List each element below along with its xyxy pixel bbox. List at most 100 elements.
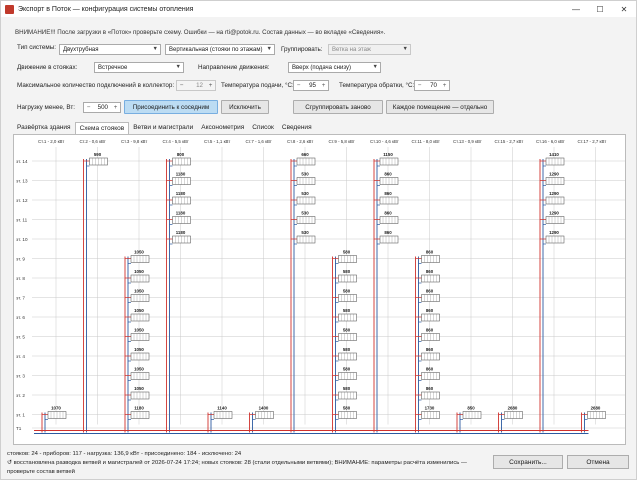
- plus-icon[interactable]: +: [319, 82, 328, 89]
- minus-icon[interactable]: −: [177, 82, 186, 89]
- radiator-power: 580: [343, 308, 351, 313]
- radiator-power: 2680: [508, 406, 518, 411]
- radiator-power: 860: [384, 172, 392, 177]
- exclude-button[interactable]: Исключить: [221, 100, 269, 114]
- radiator-power: 530: [301, 191, 309, 196]
- radiator-power: 800: [177, 152, 185, 157]
- radiator-power: 580: [343, 367, 351, 372]
- risers-movement-select[interactable]: Встречное ▼: [94, 62, 184, 73]
- close-icon[interactable]: ✕: [612, 1, 636, 17]
- supply-temp-label: Температура подачи, °C:: [221, 82, 294, 89]
- radiator-power: 860: [384, 211, 392, 216]
- tab-axonometry[interactable]: Аксонометрия: [197, 122, 248, 134]
- riser-scheme-drawing: эт. 14 эт. 13 эт. 12 эт. 11 эт. 10 эт. 9 эт. 8…: [16, 139, 625, 434]
- riser-header: Ст.11 - 8,0 кВт: [412, 139, 440, 144]
- riser-header: Ст.15 - 2,7 кВт: [495, 139, 524, 144]
- each-room-button[interactable]: Каждое помещение — отдельно: [386, 100, 494, 114]
- minus-icon[interactable]: −: [294, 82, 303, 89]
- maximize-icon[interactable]: ☐: [588, 1, 612, 17]
- radiator-power: 1180: [176, 172, 186, 177]
- radiator-power: 1140: [217, 406, 227, 411]
- radiator-power: 1290: [549, 172, 559, 177]
- chevron-down-icon: ▼: [175, 64, 181, 70]
- return-temp-value: 70: [430, 82, 437, 89]
- status-restore-note: ↺ восстановлена разводка ветвей и магист…: [7, 460, 467, 466]
- radiator-power: 1290: [549, 230, 559, 235]
- warning-text: ВНИМАНИЕ!!! После загрузки в «Поток» про…: [15, 29, 386, 36]
- supply-temp-spinner[interactable]: −95 +: [293, 80, 329, 91]
- floor-label: эт. 12: [16, 198, 28, 203]
- radiator-power: 580: [343, 289, 351, 294]
- radiator-power: 1290: [549, 211, 559, 216]
- minus-icon[interactable]: −: [84, 104, 93, 111]
- save-button[interactable]: Сохранить...: [493, 455, 563, 469]
- riser-scheme-canvas[interactable]: эт. 14 эт. 13 эт. 12 эт. 11 эт. 10 эт. 9 эт. 8…: [13, 134, 626, 445]
- max-connections-spinner[interactable]: − 12 +: [176, 80, 216, 91]
- floor-label: эт. 6: [16, 315, 25, 320]
- floor-label: Т1: [16, 426, 22, 431]
- riser-header: Ст.3 - 9,8 кВт: [121, 139, 147, 144]
- radiator-power: 860: [384, 191, 392, 196]
- tab-list[interactable]: Список: [248, 122, 278, 134]
- minimize-icon[interactable]: —: [564, 1, 588, 17]
- floor-label: эт. 5: [16, 335, 25, 340]
- tab-strip: Развёртка здания Схема стояков Ветви и м…: [13, 122, 316, 134]
- system-type-select[interactable]: Двухтрубная ▼: [59, 44, 161, 55]
- floor-label: эт. 4: [16, 354, 25, 359]
- attach-button[interactable]: Присоединить к соседним: [124, 100, 218, 114]
- risers-movement-value: Встречное: [98, 64, 128, 71]
- tab-info[interactable]: Сведения: [278, 122, 316, 134]
- return-temp-spinner[interactable]: −70 +: [414, 80, 450, 91]
- floor-label: эт. 9: [16, 257, 25, 262]
- floor-label: эт. 13: [16, 179, 28, 184]
- radiator-power: 1400: [259, 406, 269, 411]
- group-label: Группировать:: [281, 46, 323, 53]
- chevron-down-icon: ▼: [152, 46, 158, 52]
- radiator-power: 1180: [176, 211, 186, 216]
- radiator-power: 580: [343, 269, 351, 274]
- minus-icon[interactable]: −: [415, 82, 424, 89]
- tab-riser-scheme[interactable]: Схема стояков: [74, 122, 130, 134]
- plus-icon[interactable]: +: [440, 82, 449, 89]
- radiator-power: 1050: [134, 250, 144, 255]
- floor-label: эт. 7: [16, 296, 25, 301]
- system-type-label: Тип системы:: [17, 44, 56, 51]
- chevron-down-icon: ▼: [372, 64, 378, 70]
- radiator-power: 1290: [549, 191, 559, 196]
- direction-label: Направление движения:: [198, 64, 270, 71]
- system-type-value: Двухтрубная: [63, 46, 99, 53]
- regroup-button[interactable]: Сгруппировать заново: [293, 100, 383, 114]
- radiator-power: 2680: [591, 406, 601, 411]
- radiator-power: 860: [426, 347, 434, 352]
- chevron-down-icon: ▼: [266, 46, 272, 52]
- radiator-power: 580: [343, 328, 351, 333]
- radiator-power: 1050: [134, 386, 144, 391]
- radiator-power: 1050: [134, 347, 144, 352]
- tab-building-unfold[interactable]: Развёртка здания: [13, 122, 75, 134]
- cancel-button[interactable]: Отмена: [567, 455, 629, 469]
- radiator-power: 530: [301, 230, 309, 235]
- system-type-row: Тип системы:: [17, 44, 56, 51]
- plus-icon[interactable]: +: [111, 104, 120, 111]
- radiator-power: 1180: [176, 230, 186, 235]
- radiator-power: 1050: [134, 308, 144, 313]
- window-controls: — ☐ ✕: [564, 1, 636, 17]
- radiator-power: 860: [384, 230, 392, 235]
- radiator-power: 860: [426, 269, 434, 274]
- load-below-spinner[interactable]: −500 +: [83, 102, 121, 113]
- direction-select[interactable]: Вверх (подача снизу) ▼: [288, 62, 381, 73]
- riser-header: Ст.1 - 2,0 кВт: [38, 139, 64, 144]
- radiator-power: 1070: [51, 406, 61, 411]
- radiator-power: 580: [343, 250, 351, 255]
- tab-branches[interactable]: Ветви и магистрали: [129, 122, 197, 134]
- window-title: Экспорт в Поток — конфигурация системы о…: [18, 5, 194, 13]
- floor-label: эт. 10: [16, 237, 28, 242]
- title-bar: Экспорт в Поток — конфигурация системы о…: [1, 1, 636, 17]
- group-select[interactable]: Ветка на этаж ▼: [328, 44, 411, 55]
- radiator-power: 1180: [134, 406, 144, 411]
- scheme-select[interactable]: Вертикальная (стояки по этажам) ▼: [165, 44, 275, 55]
- floor-label: эт. 11: [16, 218, 28, 223]
- plus-icon[interactable]: +: [206, 82, 215, 89]
- export-dialog: Экспорт в Поток — конфигурация системы о…: [0, 0, 637, 480]
- radiator-power: 590: [94, 152, 102, 157]
